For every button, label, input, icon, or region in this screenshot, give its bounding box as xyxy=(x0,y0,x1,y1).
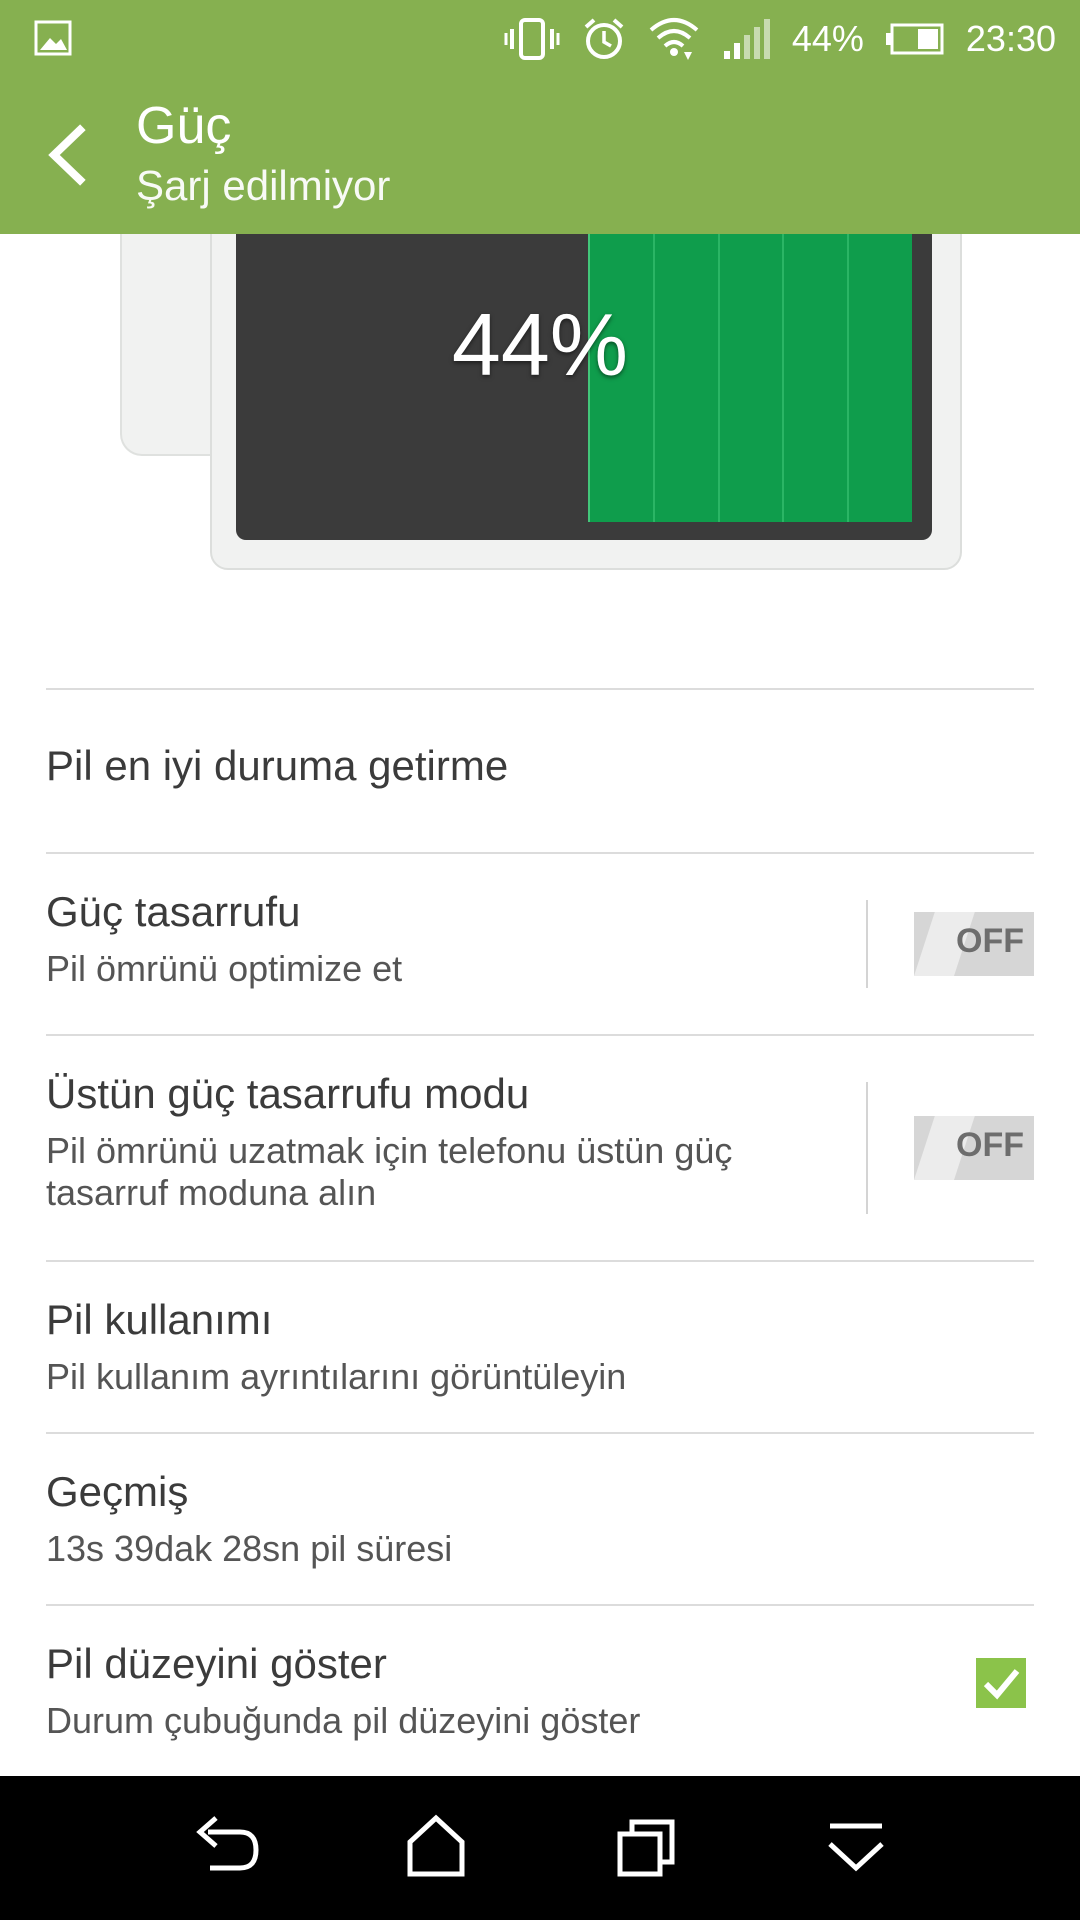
vibrate-icon xyxy=(504,17,560,61)
item-subtitle-line2: tasarruf moduna alın xyxy=(46,1172,377,1213)
page-title: Güç xyxy=(136,97,232,155)
power-saver-toggle[interactable]: OFF xyxy=(914,912,1034,976)
vertical-separator xyxy=(866,900,868,988)
battery-percent-text: 44% xyxy=(791,18,864,59)
menu-down-icon xyxy=(828,1823,884,1872)
nav-recents-button[interactable] xyxy=(606,1810,686,1886)
navigation-bar xyxy=(0,1776,1080,1920)
item-title: Pil kullanımı xyxy=(46,1296,273,1343)
show-level-checkbox[interactable] xyxy=(976,1658,1026,1708)
clock: 23:30 xyxy=(965,18,1056,59)
page-subtitle: Şarj edilmiyor xyxy=(136,162,391,209)
toggle-label: OFF xyxy=(956,922,1024,960)
item-title: Pil en iyi duruma getirme xyxy=(46,742,509,789)
item-subtitle-line1: Pil ömrünü uzatmak için telefonu üstün g… xyxy=(46,1130,733,1171)
battery-icon xyxy=(885,23,944,55)
list-item-power-saver[interactable]: Güç tasarrufu Pil ömrünü optimize et OFF xyxy=(46,854,1034,1034)
wifi-icon xyxy=(648,14,700,64)
list-item-history[interactable]: Geçmiş 13s 39dak 28sn pil süresi xyxy=(46,1434,1034,1604)
item-title: Geçmiş xyxy=(46,1468,189,1515)
list-item-extreme-saver[interactable]: Üstün güç tasarrufu modu Pil ömrünü uzat… xyxy=(46,1036,1034,1260)
vertical-separator xyxy=(866,1082,868,1214)
status-bar: 44% 23:30 xyxy=(0,0,1080,78)
item-subtitle: Pil ömrünü optimize et xyxy=(46,948,403,989)
item-subtitle: Pil kullanım ayrıntılarını görüntüleyin xyxy=(46,1356,627,1397)
list-item-optimize[interactable]: Pil en iyi duruma getirme xyxy=(46,690,1034,852)
battery-graphic: 44% xyxy=(0,234,1080,574)
item-subtitle: 13s 39dak 28sn pil süresi xyxy=(46,1528,453,1569)
item-title: Güç tasarrufu xyxy=(46,888,301,935)
battery-percent-label: 44% xyxy=(451,295,629,394)
list-item-show-battery-level[interactable]: Pil düzeyini göster Durum çubuğunda pil … xyxy=(46,1606,1034,1774)
toggle-label: OFF xyxy=(956,1126,1024,1164)
signal-icon xyxy=(722,17,770,61)
list-item-battery-usage[interactable]: Pil kullanımı Pil kullanım ayrıntılarını… xyxy=(46,1262,1034,1432)
back-button[interactable] xyxy=(40,120,100,190)
extreme-saver-toggle[interactable]: OFF xyxy=(914,1116,1034,1180)
status-icons: 44% 23:30 xyxy=(504,0,1056,78)
alarm-icon xyxy=(582,17,626,61)
nav-back-button[interactable] xyxy=(186,1810,266,1886)
nav-menu-button[interactable] xyxy=(816,1810,896,1886)
item-subtitle: Durum çubuğunda pil düzeyini göster xyxy=(46,1700,641,1741)
gallery-icon xyxy=(34,20,72,56)
home-icon xyxy=(407,1814,465,1877)
chevron-left-icon xyxy=(48,124,86,186)
recents-icon xyxy=(617,1819,675,1877)
item-title: Pil düzeyini göster xyxy=(46,1640,387,1687)
app-bar: Güç Şarj edilmiyor xyxy=(0,78,1080,234)
settings-list: Pil en iyi duruma getirme Güç tasarrufu … xyxy=(46,688,1034,1774)
item-title: Üstün güç tasarrufu modu xyxy=(46,1070,530,1117)
checkmark-icon xyxy=(983,1669,1020,1700)
back-icon xyxy=(196,1816,259,1871)
nav-home-button[interactable] xyxy=(396,1810,476,1886)
